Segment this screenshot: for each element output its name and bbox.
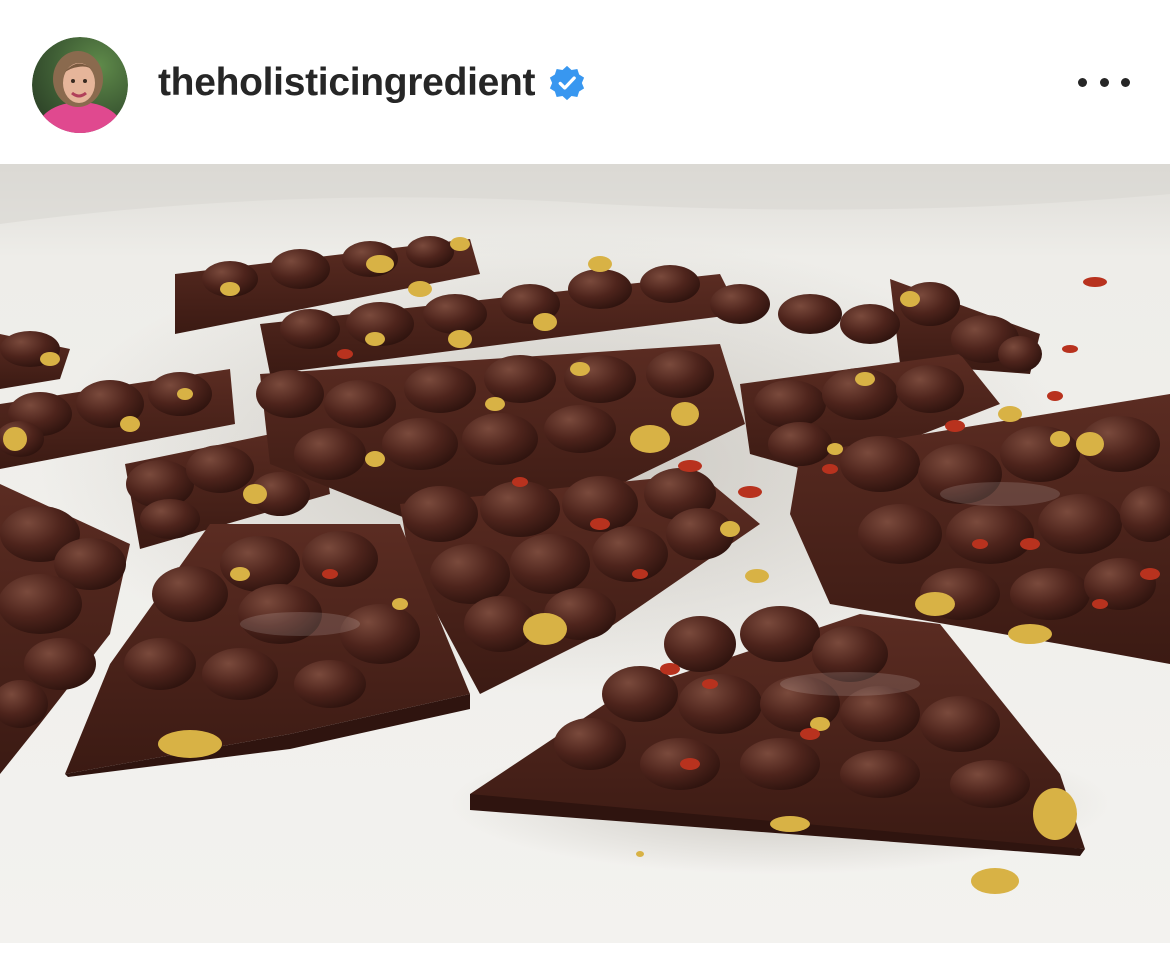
verified-badge-icon	[550, 65, 585, 101]
username-link[interactable]: theholisticingredient	[158, 61, 536, 105]
more-options-button[interactable]	[1078, 70, 1130, 94]
username-row: theholisticingredient	[158, 58, 585, 108]
avatar[interactable]	[32, 37, 128, 133]
chocolate-bark-photo	[0, 164, 1170, 943]
more-dot	[1121, 77, 1130, 87]
more-dot	[1099, 77, 1109, 87]
post-photo[interactable]	[0, 164, 1170, 943]
post-header: theholisticingredient	[0, 0, 1170, 164]
avatar-image	[32, 37, 128, 133]
more-horizontal-icon	[1078, 77, 1087, 87]
